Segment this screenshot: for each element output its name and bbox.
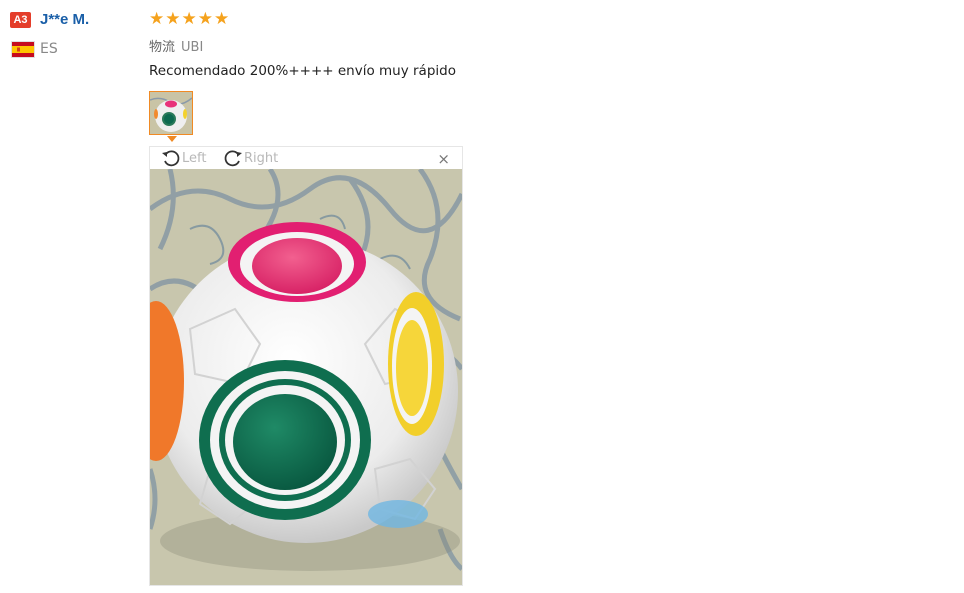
rotate-right-label: Right [244,150,279,166]
review-photo-thumbnail[interactable] [149,91,193,135]
close-icon[interactable]: × [437,150,450,168]
star-icon: ★ [149,9,165,29]
spain-flag-icon [11,41,35,58]
reviewer-name[interactable]: J**e M. [40,11,89,28]
star-icon: ★ [165,9,181,29]
shipping-info: 物流 UBI [149,36,203,55]
reviewer-level-badge: A3 [10,12,31,28]
rotate-right-icon [224,150,242,167]
star-icon: ★ [181,9,197,29]
viewer-toolbar: Left Right × [150,147,462,169]
shipping-label: 物流 [149,40,176,55]
review-text: Recomendado 200%++++ envío muy rápido [149,63,456,79]
star-icon: ★ [214,9,230,29]
photo-viewer: Left Right × [149,146,463,586]
reviewer-country: ES [40,41,58,57]
review-photo [150,169,462,585]
star-rating: ★ ★ ★ ★ ★ [149,10,229,28]
rotate-left-icon [162,150,180,167]
rotate-right-button[interactable]: Right [222,147,278,169]
thumbnail-pointer [167,136,177,142]
shipping-value: UBI [181,40,204,55]
star-icon: ★ [197,9,213,29]
rotate-left-button[interactable]: Left [160,147,206,169]
rotate-left-label: Left [182,150,207,166]
